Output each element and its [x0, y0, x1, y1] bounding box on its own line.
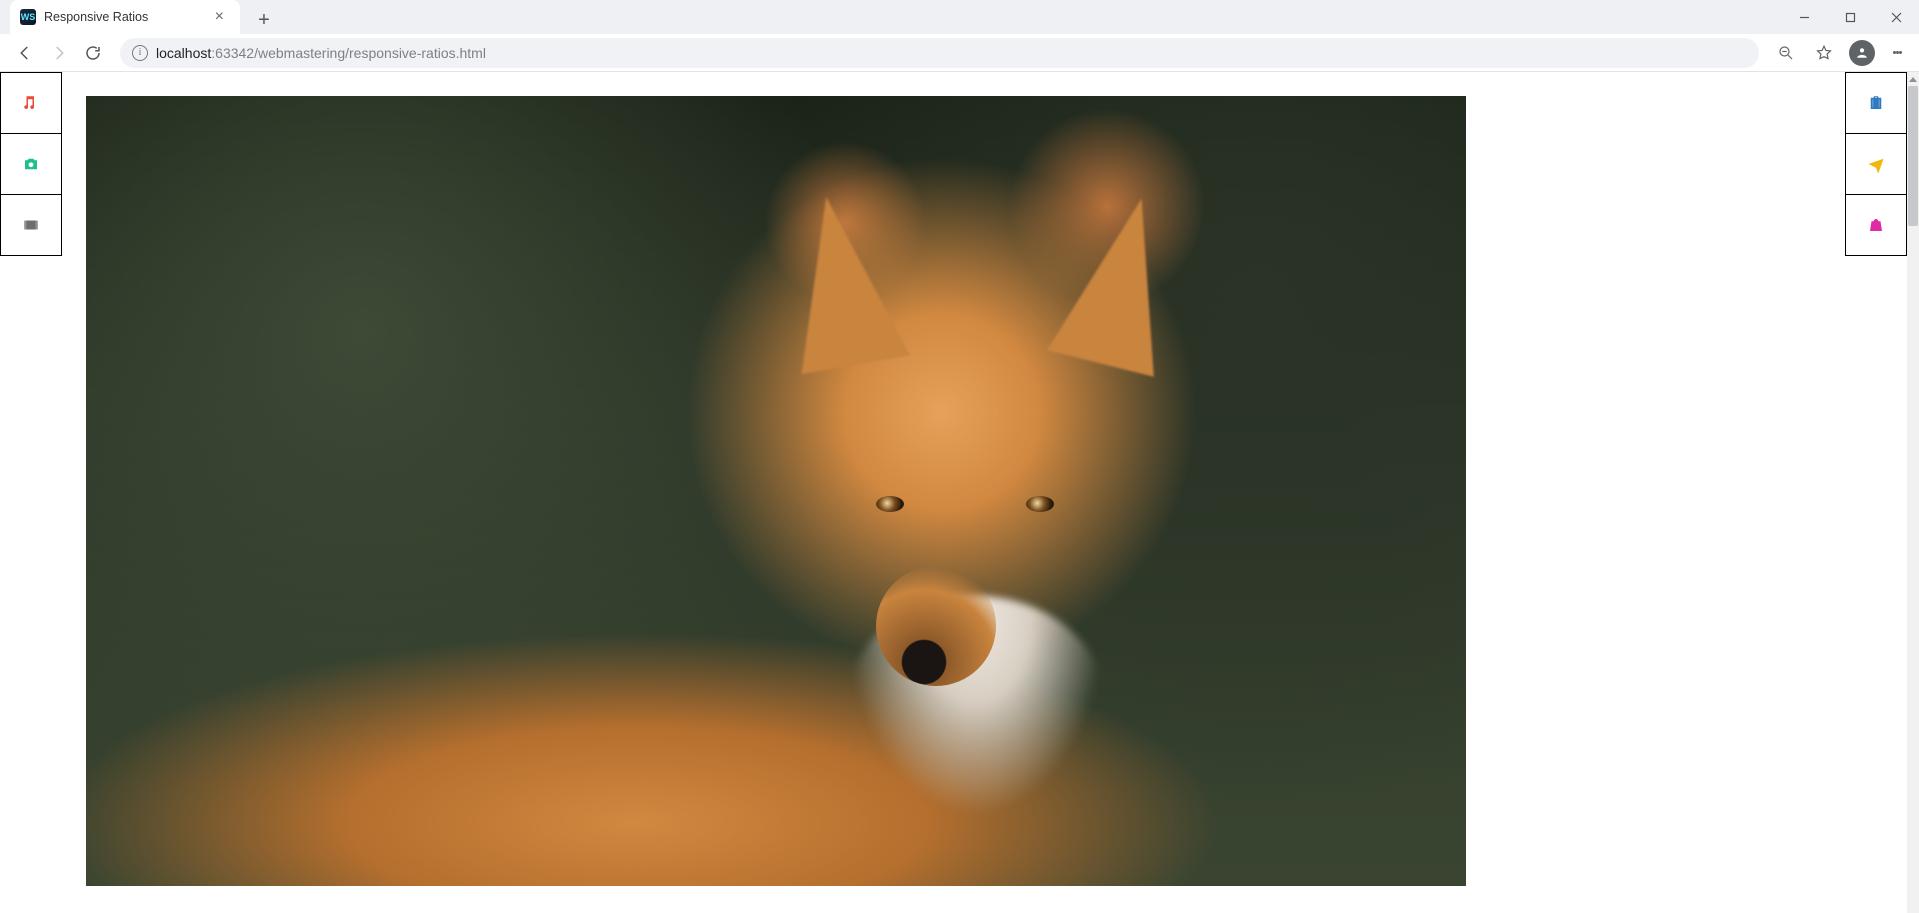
- window-controls: [1781, 0, 1919, 34]
- left-icon-column: [0, 72, 62, 256]
- scroll-up-icon[interactable]: [1907, 72, 1919, 86]
- browser-toolbar: i localhost:63342/webmastering/responsiv…: [0, 34, 1919, 72]
- url-path: :63342/webmastering/responsive-ratios.ht…: [211, 45, 486, 61]
- tab-favicon: WS: [20, 9, 36, 25]
- bag-icon[interactable]: [1845, 194, 1907, 256]
- film-icon[interactable]: [0, 194, 62, 256]
- music-icon[interactable]: [0, 72, 62, 134]
- browser-menu-button[interactable]: [1883, 36, 1911, 70]
- new-tab-button[interactable]: +: [250, 6, 278, 34]
- url-host: localhost: [156, 45, 211, 61]
- minimize-button[interactable]: [1781, 0, 1827, 34]
- zoom-icon[interactable]: [1769, 36, 1803, 70]
- right-icon-column: [1845, 72, 1907, 256]
- hero-image: [86, 96, 1466, 886]
- close-tab-icon[interactable]: ×: [213, 9, 226, 25]
- forward-button[interactable]: [42, 36, 76, 70]
- plane-icon[interactable]: [1845, 133, 1907, 195]
- back-button[interactable]: [8, 36, 42, 70]
- address-bar[interactable]: i localhost:63342/webmastering/responsiv…: [120, 38, 1759, 68]
- avatar-icon: [1849, 40, 1875, 66]
- tab-title: Responsive Ratios: [44, 10, 213, 24]
- active-tab[interactable]: WS Responsive Ratios ×: [10, 0, 240, 34]
- close-window-button[interactable]: [1873, 0, 1919, 34]
- maximize-button[interactable]: [1827, 0, 1873, 34]
- suitcase-icon[interactable]: [1845, 72, 1907, 134]
- site-info-icon[interactable]: i: [132, 45, 148, 61]
- profile-avatar[interactable]: [1845, 36, 1879, 70]
- page-viewport: [0, 72, 1919, 913]
- url-display: localhost:63342/webmastering/responsive-…: [156, 45, 486, 61]
- camera-icon[interactable]: [0, 133, 62, 195]
- toolbar-right: [1769, 36, 1911, 70]
- reload-button[interactable]: [76, 36, 110, 70]
- scrollbar-thumb[interactable]: [1908, 86, 1918, 226]
- bookmark-star-icon[interactable]: [1807, 36, 1841, 70]
- vertical-scrollbar[interactable]: [1907, 72, 1919, 913]
- browser-chrome: WS Responsive Ratios × + i: [0, 0, 1919, 72]
- tabstrip: WS Responsive Ratios × +: [0, 0, 1919, 34]
